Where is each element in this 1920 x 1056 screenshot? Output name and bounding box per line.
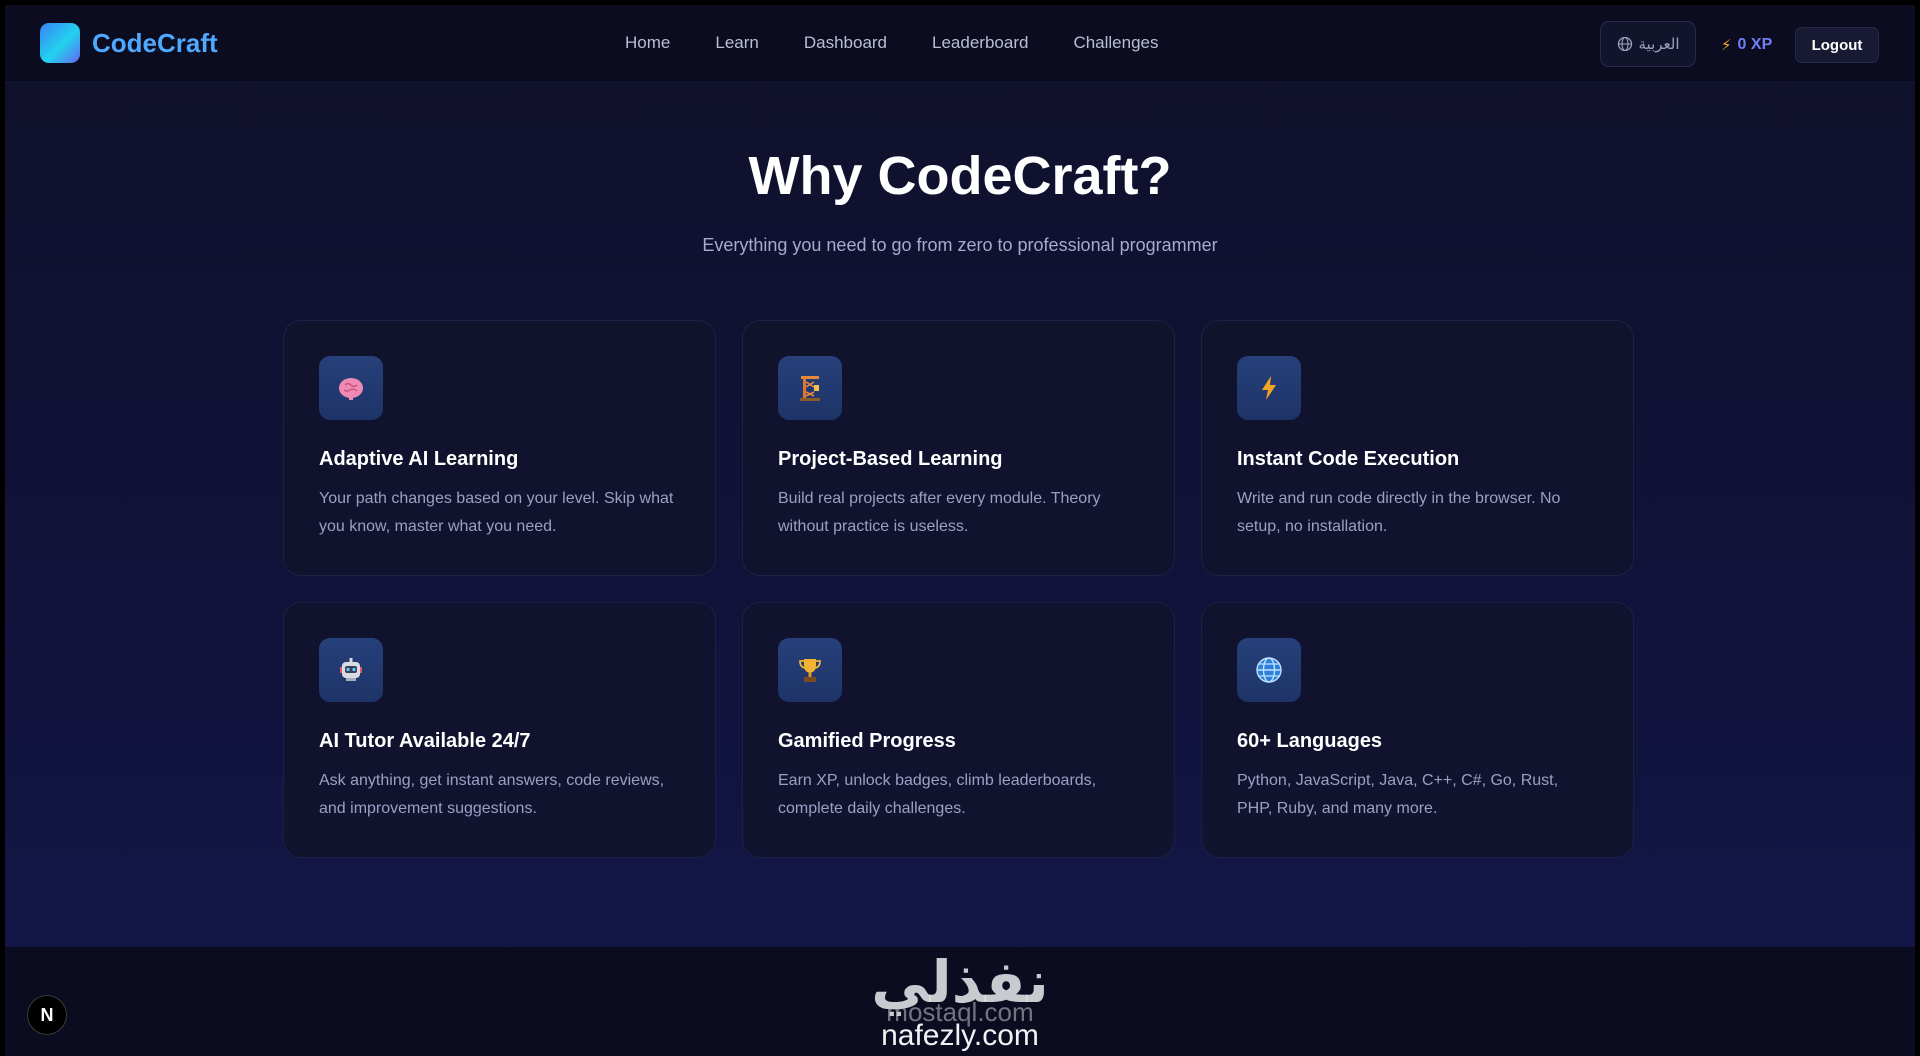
feature-description: Your path changes based on your level. S…	[319, 490, 674, 535]
globe-icon	[1237, 638, 1301, 702]
feature-card: Project-Based Learning Build real projec…	[742, 320, 1175, 576]
xp-label: 0 XP	[1737, 36, 1773, 53]
navbar: CodeCraft Home Learn Dashboard Leaderboa…	[5, 5, 1915, 83]
nextjs-badge-icon[interactable]: N	[27, 995, 67, 1035]
app-frame: CodeCraft Home Learn Dashboard Leaderboa…	[5, 5, 1915, 1056]
feature-card: Gamified Progress Earn XP, unlock badges…	[742, 602, 1175, 858]
xp-counter: ⚡ 0 XP	[1721, 36, 1772, 54]
feature-description: Write and run code directly in the brows…	[1237, 490, 1561, 535]
feature-card: 60+ Languages Python, JavaScript, Java, …	[1201, 602, 1634, 858]
trophy-icon	[778, 638, 842, 702]
language-switch-button[interactable]: العربية	[1600, 21, 1696, 67]
logo-icon	[40, 23, 80, 63]
brain-icon	[319, 356, 383, 420]
logout-button[interactable]: Logout	[1795, 27, 1879, 63]
footer: N نفذلي mostaql.com nafezly.com	[5, 947, 1915, 1056]
nav-home[interactable]: Home	[625, 33, 670, 53]
robot-icon	[319, 638, 383, 702]
feature-card: AI Tutor Available 24/7 Ask anything, ge…	[283, 602, 716, 858]
feature-title: Adaptive AI Learning	[319, 448, 519, 470]
globe-icon	[1617, 36, 1632, 52]
language-label: العربية	[1638, 35, 1680, 53]
feature-title: Instant Code Execution	[1237, 448, 1460, 470]
main-nav: Home Learn Dashboard Leaderboard Challen…	[625, 33, 1204, 53]
lightning-icon	[1237, 356, 1301, 420]
brand-logo[interactable]: CodeCraft	[40, 23, 218, 63]
section-title: Why CodeCraft?	[748, 146, 1172, 206]
lightning-icon: ⚡	[1721, 37, 1732, 54]
feature-title: AI Tutor Available 24/7	[319, 730, 531, 752]
watermark-nafezly: nafezly.com	[881, 1019, 1039, 1052]
watermark: نفذلي mostaql.com nafezly.com	[840, 947, 1080, 1056]
feature-description: Build real projects after every module. …	[778, 490, 1101, 535]
feature-card: Adaptive AI Learning Your path changes b…	[283, 320, 716, 576]
feature-description: Earn XP, unlock badges, climb leaderboar…	[778, 772, 1097, 817]
feature-title: Gamified Progress	[778, 730, 956, 752]
nav-dashboard[interactable]: Dashboard	[804, 33, 887, 53]
feature-description: Ask anything, get instant answers, code …	[319, 772, 665, 817]
feature-title: Project-Based Learning	[778, 448, 1003, 470]
feature-card: Instant Code Execution Write and run cod…	[1201, 320, 1634, 576]
nav-challenges[interactable]: Challenges	[1073, 33, 1158, 53]
section-subtitle: Everything you need to go from zero to p…	[702, 235, 1218, 255]
nav-leaderboard[interactable]: Leaderboard	[932, 33, 1028, 53]
feature-title: 60+ Languages	[1237, 730, 1383, 752]
feature-description: Python, JavaScript, Java, C++, C#, Go, R…	[1237, 772, 1559, 817]
construction-icon	[778, 356, 842, 420]
nav-learn[interactable]: Learn	[715, 33, 758, 53]
brand-name: CodeCraft	[92, 27, 218, 58]
